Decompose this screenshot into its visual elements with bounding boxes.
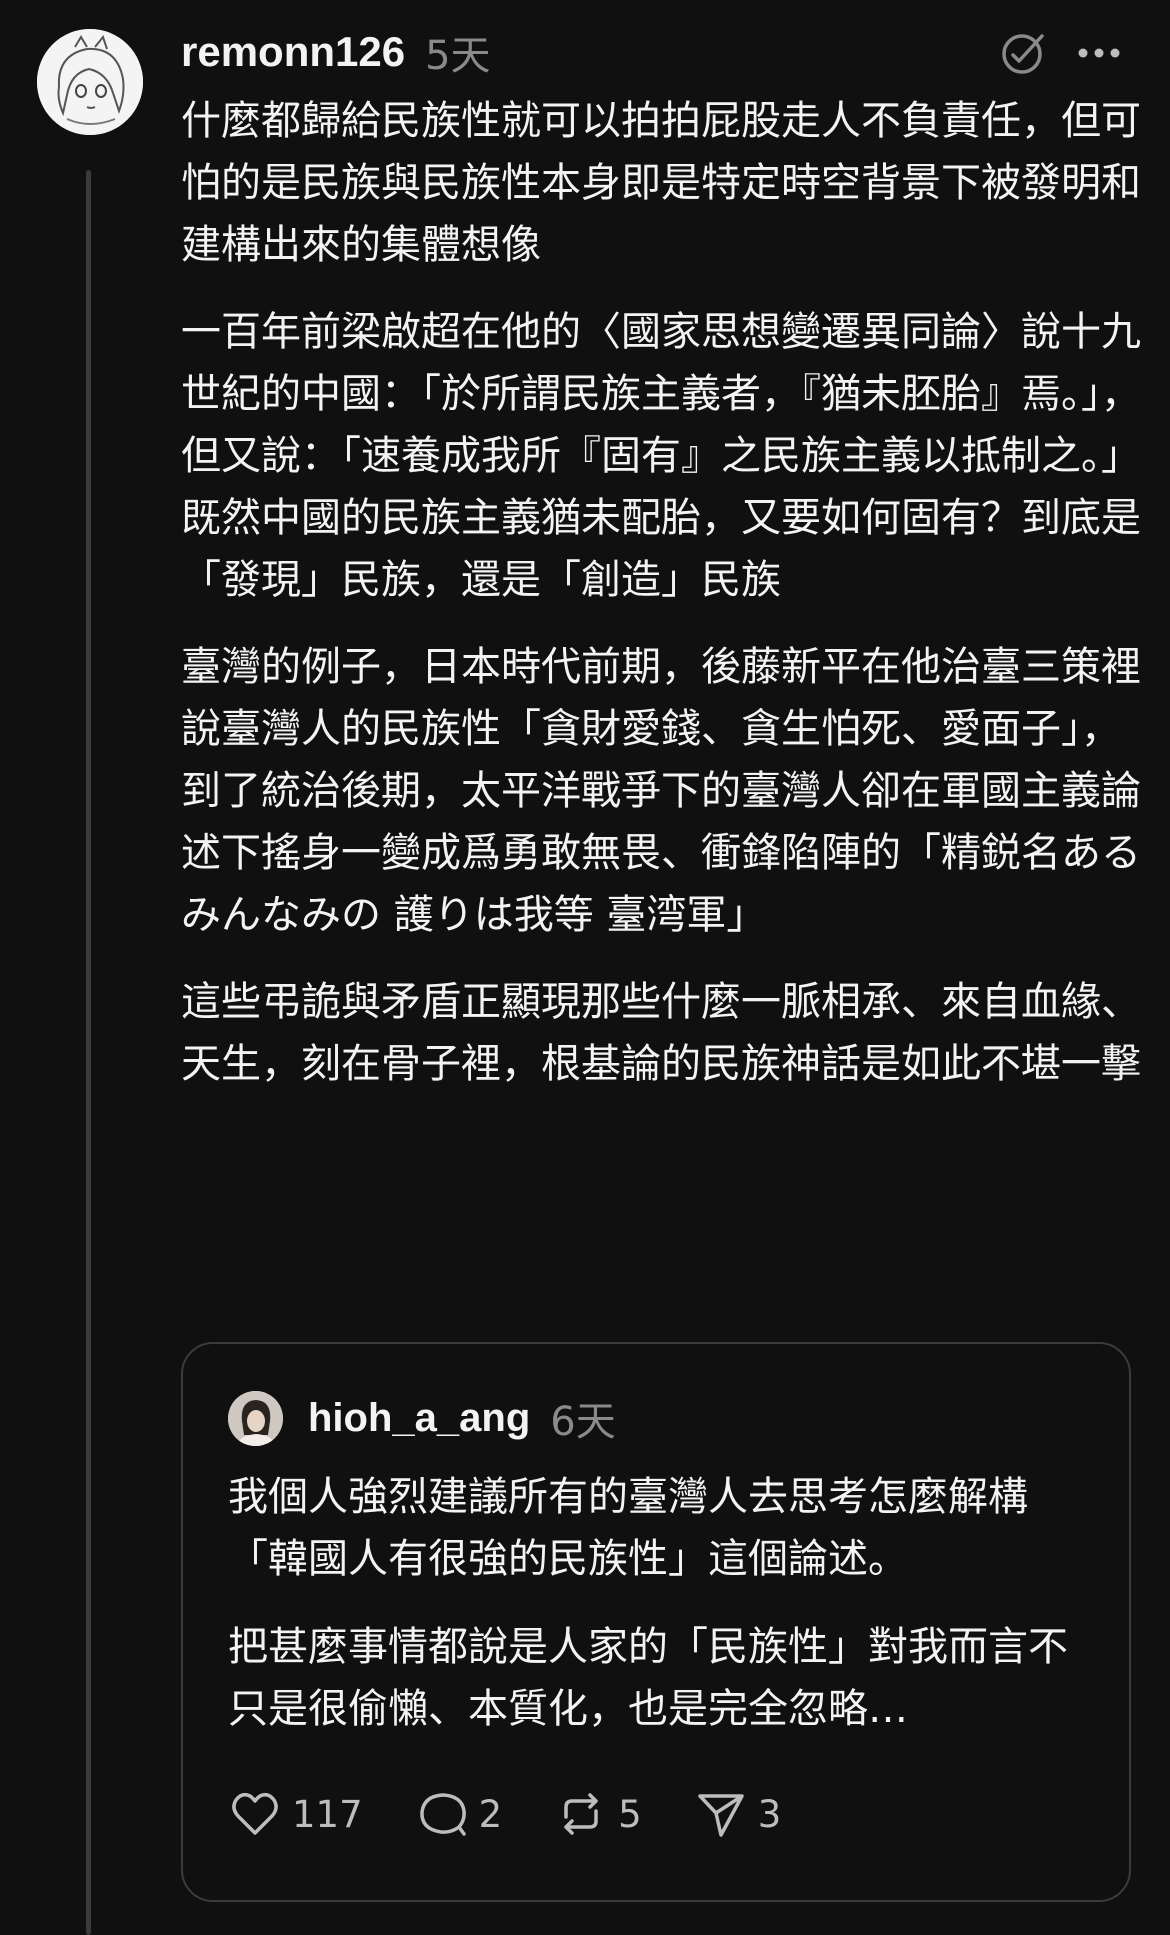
post-username[interactable]: remonn126 (181, 28, 405, 76)
like-button[interactable]: 117 (228, 1784, 363, 1844)
reply-button[interactable]: 2 (415, 1784, 503, 1844)
repost-button[interactable]: 5 (554, 1784, 642, 1844)
share-icon (697, 1794, 744, 1837)
like-count: 117 (292, 1792, 363, 1836)
comment-icon (419, 1793, 466, 1836)
post-paragraph: 臺灣的例子，日本時代前期，後藤新平在他治臺三策裡說臺灣人的民族性「貪財愛錢、貪生… (181, 644, 1141, 938)
author-avatar[interactable] (37, 29, 143, 135)
avatar-illustration (37, 29, 143, 135)
share-button[interactable]: 3 (694, 1784, 782, 1844)
post-paragraph: 什麼都歸給民族性就可以拍拍屁股走人不負責任，但可怕的是民族與民族性本身即是特定時… (181, 98, 1141, 268)
quote-body: 我個人強烈建議所有的臺灣人去思考怎麼解構「韓國人有很強的民族性」這個論述。 把甚… (228, 1466, 1088, 1766)
post-paragraph: 既然中國的民族主義猶未配胎，又要如何固有？到底是「發現」民族，還是「創造」民族 (181, 495, 1141, 603)
reply-count: 2 (478, 1792, 503, 1836)
more-icon[interactable] (1073, 27, 1125, 79)
repost-count: 5 (618, 1792, 642, 1836)
edit-check-icon[interactable] (998, 27, 1050, 79)
quoted-post[interactable]: hioh_a_ang 6天 我個人強烈建議所有的臺灣人去思考怎麼解構「韓國人有很… (181, 1342, 1131, 1902)
post-body: 什麼都歸給民族性就可以拍拍屁股走人不負責任，但可怕的是民族與民族性本身即是特定時… (181, 90, 1141, 1120)
post-paragraph: 這些弔詭與矛盾正顯現那些什麼一脈相承、來自血緣、天生，刻在骨子裡，根基論的民族神… (181, 979, 1141, 1087)
quote-paragraph: 我個人強烈建議所有的臺灣人去思考怎麼解構「韓國人有很強的民族性」這個論述。 (228, 1474, 1028, 1582)
post-header: remonn126 5天 (181, 22, 491, 82)
repost-icon (564, 1793, 598, 1835)
quote-paragraph: 把甚麼事情都說是人家的「民族性」對我而言不只是很偷懶、本質化，也是完全忽略… (228, 1624, 1068, 1732)
post-paragraph: 一百年前梁啟超在他的〈國家思想變遷異同論〉說十九世紀的中國：「於所謂民族主義者，… (181, 309, 1141, 479)
quote-username[interactable]: hioh_a_ang (308, 1396, 530, 1441)
share-count: 3 (757, 1792, 782, 1836)
thread-line (86, 170, 91, 1935)
quote-time: 6天 (550, 1399, 616, 1445)
quote-header: hioh_a_ang 6天 (308, 1388, 616, 1448)
quote-avatar-photo (228, 1391, 283, 1446)
heart-icon (232, 1792, 278, 1835)
action-bar: 117 2 5 3 (228, 1784, 781, 1844)
quote-avatar[interactable] (228, 1391, 283, 1446)
post-time: 5天 (425, 33, 491, 79)
